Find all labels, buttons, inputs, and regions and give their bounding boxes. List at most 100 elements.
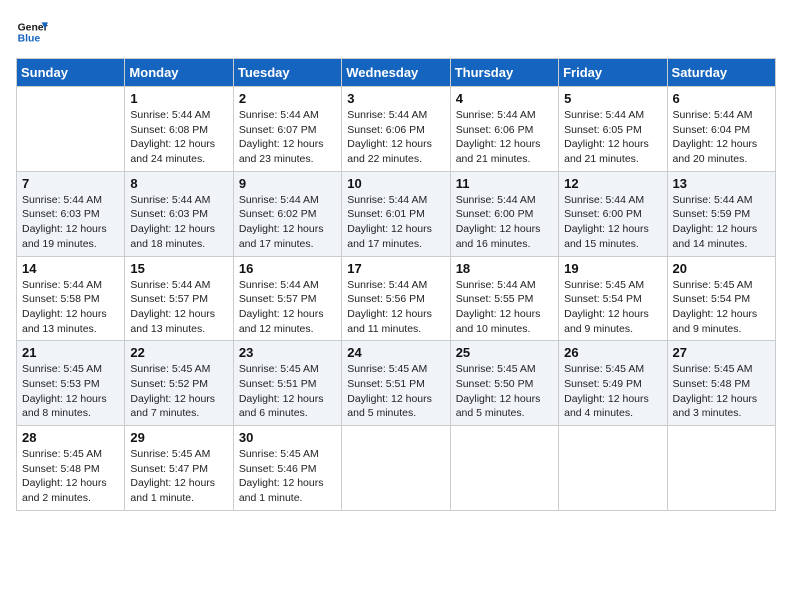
day-number: 10 (347, 176, 444, 191)
day-sun-info: Sunrise: 5:44 AM Sunset: 6:05 PM Dayligh… (564, 108, 661, 167)
calendar-cell: 26Sunrise: 5:45 AM Sunset: 5:49 PM Dayli… (559, 341, 667, 426)
calendar-cell: 30 Sunrise: 5:45 AM Sunset: 5:46 PM Dayli… (233, 426, 341, 511)
calendar-cell: 6 Sunrise: 5:44 AM Sunset: 6:04 PM Daylig… (667, 87, 775, 172)
day-number: 28 (22, 430, 119, 445)
day-number: 4 (456, 91, 553, 106)
day-sun-info: Sunrise: 5:44 AM Sunset: 5:57 PM Dayligh… (239, 278, 336, 337)
calendar-week-row: 21 Sunrise: 5:45 AM Sunset: 5:53 PM Dayli… (17, 341, 776, 426)
calendar-cell: 12Sunrise: 5:44 AM Sunset: 6:00 PM Dayli… (559, 171, 667, 256)
weekday-header-row: SundayMondayTuesdayWednesdayThursdayFrid… (17, 59, 776, 87)
calendar-cell: 9Sunrise: 5:44 AM Sunset: 6:02 PM Daylig… (233, 171, 341, 256)
calendar-cell: 8 Sunrise: 5:44 AM Sunset: 6:03 PM Daylig… (125, 171, 233, 256)
day-sun-info: Sunrise: 5:44 AM Sunset: 5:55 PM Dayligh… (456, 278, 553, 337)
calendar-cell (559, 426, 667, 511)
day-sun-info: Sunrise: 5:44 AM Sunset: 6:03 PM Dayligh… (130, 193, 227, 252)
calendar-week-row: 7 Sunrise: 5:44 AM Sunset: 6:03 PM Daylig… (17, 171, 776, 256)
calendar-cell: 13 Sunrise: 5:44 AM Sunset: 5:59 PM Dayli… (667, 171, 775, 256)
weekday-header-saturday: Saturday (667, 59, 775, 87)
day-sun-info: Sunrise: 5:44 AM Sunset: 5:57 PM Dayligh… (130, 278, 227, 337)
day-sun-info: Sunrise: 5:45 AM Sunset: 5:46 PM Dayligh… (239, 447, 336, 506)
day-number: 11 (456, 176, 553, 191)
svg-text:Blue: Blue (18, 34, 41, 45)
logo-icon: General Blue (16, 16, 48, 48)
calendar-cell: 29Sunrise: 5:45 AM Sunset: 5:47 PM Dayli… (125, 426, 233, 511)
day-sun-info: Sunrise: 5:45 AM Sunset: 5:54 PM Dayligh… (564, 278, 661, 337)
day-number: 23 (239, 345, 336, 360)
weekday-header-friday: Friday (559, 59, 667, 87)
day-number: 27 (673, 345, 770, 360)
day-sun-info: Sunrise: 5:45 AM Sunset: 5:54 PM Dayligh… (673, 278, 770, 337)
calendar-cell: 15 Sunrise: 5:44 AM Sunset: 5:57 PM Dayli… (125, 256, 233, 341)
day-number: 16 (239, 261, 336, 276)
day-sun-info: Sunrise: 5:45 AM Sunset: 5:52 PM Dayligh… (130, 362, 227, 421)
logo: General Blue (16, 16, 52, 48)
day-number: 17 (347, 261, 444, 276)
calendar-cell (342, 426, 450, 511)
calendar-cell: 4 Sunrise: 5:44 AM Sunset: 6:06 PM Daylig… (450, 87, 558, 172)
day-sun-info: Sunrise: 5:44 AM Sunset: 6:01 PM Dayligh… (347, 193, 444, 252)
calendar-cell: 2 Sunrise: 5:44 AM Sunset: 6:07 PM Daylig… (233, 87, 341, 172)
weekday-header-monday: Monday (125, 59, 233, 87)
day-sun-info: Sunrise: 5:45 AM Sunset: 5:50 PM Dayligh… (456, 362, 553, 421)
calendar-cell: 24 Sunrise: 5:45 AM Sunset: 5:51 PM Dayli… (342, 341, 450, 426)
day-sun-info: Sunrise: 5:44 AM Sunset: 5:56 PM Dayligh… (347, 278, 444, 337)
calendar-cell (667, 426, 775, 511)
day-sun-info: Sunrise: 5:45 AM Sunset: 5:48 PM Dayligh… (673, 362, 770, 421)
day-number: 3 (347, 91, 444, 106)
calendar-cell: 14Sunrise: 5:44 AM Sunset: 5:58 PM Dayli… (17, 256, 125, 341)
page-header: General Blue (16, 16, 776, 48)
day-number: 25 (456, 345, 553, 360)
calendar-cell: 27 Sunrise: 5:45 AM Sunset: 5:48 PM Dayli… (667, 341, 775, 426)
day-sun-info: Sunrise: 5:44 AM Sunset: 6:04 PM Dayligh… (673, 108, 770, 167)
weekday-header-thursday: Thursday (450, 59, 558, 87)
calendar-table: SundayMondayTuesdayWednesdayThursdayFrid… (16, 58, 776, 511)
day-number: 13 (673, 176, 770, 191)
day-sun-info: Sunrise: 5:44 AM Sunset: 6:08 PM Dayligh… (130, 108, 227, 167)
day-number: 7 (22, 176, 119, 191)
day-number: 18 (456, 261, 553, 276)
day-sun-info: Sunrise: 5:45 AM Sunset: 5:51 PM Dayligh… (347, 362, 444, 421)
day-number: 8 (130, 176, 227, 191)
calendar-cell: 23 Sunrise: 5:45 AM Sunset: 5:51 PM Dayli… (233, 341, 341, 426)
calendar-cell: 5 Sunrise: 5:44 AM Sunset: 6:05 PM Daylig… (559, 87, 667, 172)
day-sun-info: Sunrise: 5:44 AM Sunset: 6:07 PM Dayligh… (239, 108, 336, 167)
day-sun-info: Sunrise: 5:44 AM Sunset: 6:00 PM Dayligh… (456, 193, 553, 252)
calendar-cell: 19Sunrise: 5:45 AM Sunset: 5:54 PM Dayli… (559, 256, 667, 341)
day-number: 2 (239, 91, 336, 106)
calendar-cell: 21 Sunrise: 5:45 AM Sunset: 5:53 PM Dayli… (17, 341, 125, 426)
day-number: 5 (564, 91, 661, 106)
day-sun-info: Sunrise: 5:45 AM Sunset: 5:48 PM Dayligh… (22, 447, 119, 506)
day-sun-info: Sunrise: 5:44 AM Sunset: 5:58 PM Dayligh… (22, 278, 119, 337)
calendar-cell: 17 Sunrise: 5:44 AM Sunset: 5:56 PM Dayli… (342, 256, 450, 341)
day-sun-info: Sunrise: 5:45 AM Sunset: 5:49 PM Dayligh… (564, 362, 661, 421)
calendar-cell: 25 Sunrise: 5:45 AM Sunset: 5:50 PM Dayli… (450, 341, 558, 426)
day-sun-info: Sunrise: 5:44 AM Sunset: 6:06 PM Dayligh… (456, 108, 553, 167)
day-number: 12 (564, 176, 661, 191)
calendar-cell (17, 87, 125, 172)
day-number: 20 (673, 261, 770, 276)
calendar-cell: 16 Sunrise: 5:44 AM Sunset: 5:57 PM Dayli… (233, 256, 341, 341)
day-number: 9 (239, 176, 336, 191)
day-number: 22 (130, 345, 227, 360)
calendar-week-row: 14Sunrise: 5:44 AM Sunset: 5:58 PM Dayli… (17, 256, 776, 341)
day-number: 24 (347, 345, 444, 360)
weekday-header-sunday: Sunday (17, 59, 125, 87)
day-sun-info: Sunrise: 5:45 AM Sunset: 5:51 PM Dayligh… (239, 362, 336, 421)
calendar-cell: 20 Sunrise: 5:45 AM Sunset: 5:54 PM Dayli… (667, 256, 775, 341)
day-sun-info: Sunrise: 5:45 AM Sunset: 5:53 PM Dayligh… (22, 362, 119, 421)
calendar-week-row: 28 Sunrise: 5:45 AM Sunset: 5:48 PM Dayli… (17, 426, 776, 511)
day-number: 21 (22, 345, 119, 360)
calendar-cell: 10 Sunrise: 5:44 AM Sunset: 6:01 PM Dayli… (342, 171, 450, 256)
day-sun-info: Sunrise: 5:45 AM Sunset: 5:47 PM Dayligh… (130, 447, 227, 506)
calendar-cell: 7 Sunrise: 5:44 AM Sunset: 6:03 PM Daylig… (17, 171, 125, 256)
day-sun-info: Sunrise: 5:44 AM Sunset: 5:59 PM Dayligh… (673, 193, 770, 252)
day-sun-info: Sunrise: 5:44 AM Sunset: 6:03 PM Dayligh… (22, 193, 119, 252)
calendar-week-row: 1 Sunrise: 5:44 AM Sunset: 6:08 PM Daylig… (17, 87, 776, 172)
weekday-header-wednesday: Wednesday (342, 59, 450, 87)
day-number: 15 (130, 261, 227, 276)
weekday-header-tuesday: Tuesday (233, 59, 341, 87)
calendar-cell: 1 Sunrise: 5:44 AM Sunset: 6:08 PM Daylig… (125, 87, 233, 172)
day-number: 1 (130, 91, 227, 106)
day-number: 30 (239, 430, 336, 445)
day-number: 6 (673, 91, 770, 106)
